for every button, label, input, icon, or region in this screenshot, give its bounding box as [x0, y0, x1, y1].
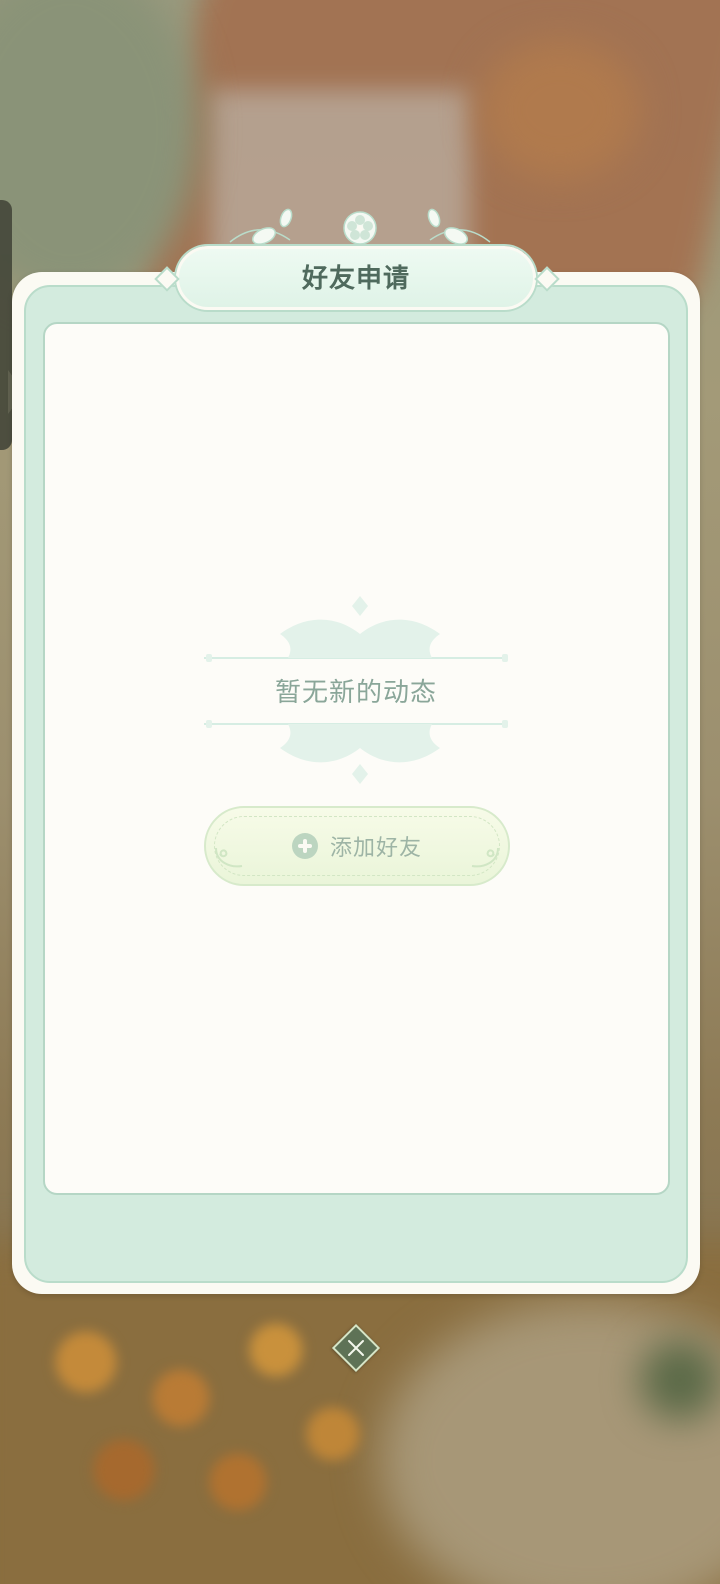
button-left-swirl-icon	[215, 847, 243, 868]
add-friend-label: 添加好友	[330, 836, 423, 861]
empty-state-message: 暂无新的动态	[274, 678, 437, 708]
close-x-icon	[348, 1340, 364, 1356]
background-flowers	[480, 40, 640, 180]
plus-circle-icon	[292, 833, 318, 859]
side-drawer-tab[interactable]	[0, 200, 24, 450]
button-right-swirl-icon	[471, 847, 499, 868]
background-bush	[640, 1340, 720, 1420]
dialog-title: 好友申请	[301, 264, 410, 294]
close-button[interactable]	[331, 1323, 381, 1373]
